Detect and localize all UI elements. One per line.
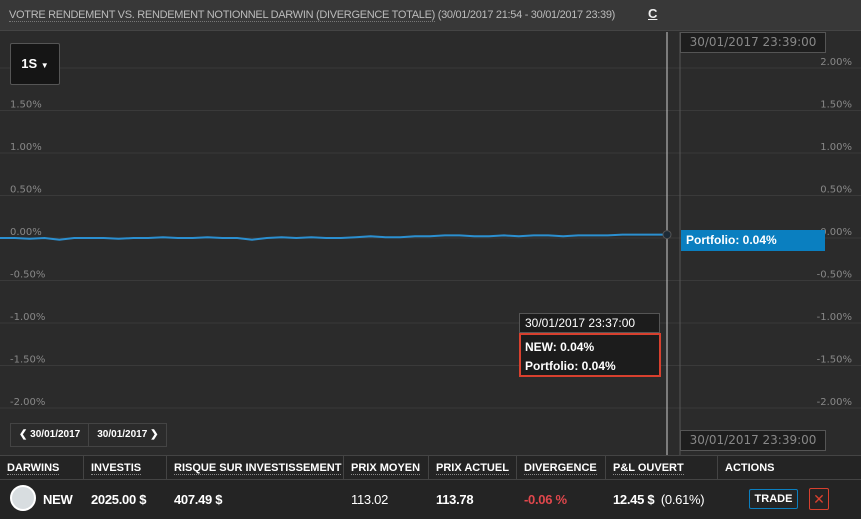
trade-button[interactable]: TRADE: [749, 489, 798, 509]
crosshair-point: [662, 230, 672, 240]
date-navigation: ❮ 30/01/2017 30/01/2017 ❯: [10, 423, 168, 447]
prix-moyen-value: 113.02: [351, 492, 388, 507]
right-tick-label: -1.00%: [817, 312, 852, 323]
tooltip-time: 30/01/2017 23:37:00: [519, 313, 660, 333]
darwins-table: DARWINS INVESTIS RISQUE SUR INVESTISSEME…: [0, 455, 861, 519]
tooltip: NEW: 0.04% Portfolio: 0.04%: [519, 333, 661, 377]
pl-value: 12.45 $ (0.61%): [613, 492, 705, 507]
left-tick-label: -0.50%: [10, 270, 45, 281]
left-tick-label: 1.50%: [10, 100, 42, 111]
right-tick-label: -0.50%: [817, 270, 852, 281]
divergence-value: -0.06 %: [524, 492, 567, 507]
crosshair-time-bottom: 30/01/2017 23:39:00: [680, 430, 826, 451]
left-tick-label: -2.00%: [10, 397, 45, 408]
prev-date-button[interactable]: ❮ 30/01/2017: [11, 424, 88, 446]
left-tick-label: 1.00%: [10, 142, 42, 153]
darwin-name[interactable]: NEW: [36, 482, 73, 518]
left-tick-label: -1.50%: [10, 355, 45, 366]
chart-title: VOTRE RENDEMENT VS. RENDEMENT NOTIONNEL …: [9, 9, 616, 22]
col-actions: ACTIONS: [718, 456, 861, 480]
crosshair-time-top: 30/01/2017 23:39:00: [680, 32, 826, 53]
col-prix-actuel: PRIX ACTUEL: [429, 456, 517, 480]
col-divergence: DIVERGENCE: [517, 456, 606, 480]
portfolio-value-label: Portfolio: 0.04%: [681, 230, 825, 251]
right-tick-label: -2.00%: [817, 397, 852, 408]
col-prix-moyen: PRIX MOYEN: [344, 456, 429, 480]
chart-header: VOTRE RENDEMENT VS. RENDEMENT NOTIONNEL …: [0, 0, 861, 31]
next-date-button[interactable]: 30/01/2017 ❯: [88, 424, 166, 446]
period-dropdown[interactable]: 1S ▼: [10, 43, 60, 85]
investis-value: 2025.00 $: [91, 492, 147, 507]
darwin-avatar: [10, 485, 36, 511]
chevron-left-icon: ❮: [19, 429, 28, 440]
right-tick-label: -1.50%: [817, 355, 852, 366]
right-tick-label: 1.50%: [820, 100, 852, 111]
col-darwins: DARWINS: [0, 456, 84, 480]
left-tick-label: -1.00%: [10, 312, 45, 323]
tooltip-new: NEW: 0.04%: [525, 340, 595, 354]
right-tick-label: 0.50%: [820, 185, 852, 196]
col-pl: P&L OUVERT: [606, 456, 718, 480]
prix-actuel-value: 113.78: [436, 492, 474, 507]
tooltip-portfolio: Portfolio: 0.04%: [525, 359, 616, 373]
col-investis: INVESTIS: [84, 456, 167, 480]
date-range: (30/01/2017 21:54 - 30/01/2017 23:39): [437, 9, 616, 21]
refresh-icon[interactable]: C: [648, 6, 657, 21]
chevron-right-icon: ❯: [150, 429, 159, 440]
caret-down-icon: ▼: [40, 61, 49, 70]
series-line-portfolio: [0, 233, 667, 241]
left-tick-label: 0.50%: [10, 185, 42, 196]
right-tick-label: 2.00%: [820, 57, 852, 68]
right-tick-label: 1.00%: [820, 142, 852, 153]
left-tick-label: 0.00%: [10, 227, 42, 238]
col-risque: RISQUE SUR INVESTISSEMENT: [167, 456, 344, 480]
risque-value: 407.49 $: [174, 492, 223, 507]
close-position-button[interactable]: ✕: [809, 488, 829, 510]
